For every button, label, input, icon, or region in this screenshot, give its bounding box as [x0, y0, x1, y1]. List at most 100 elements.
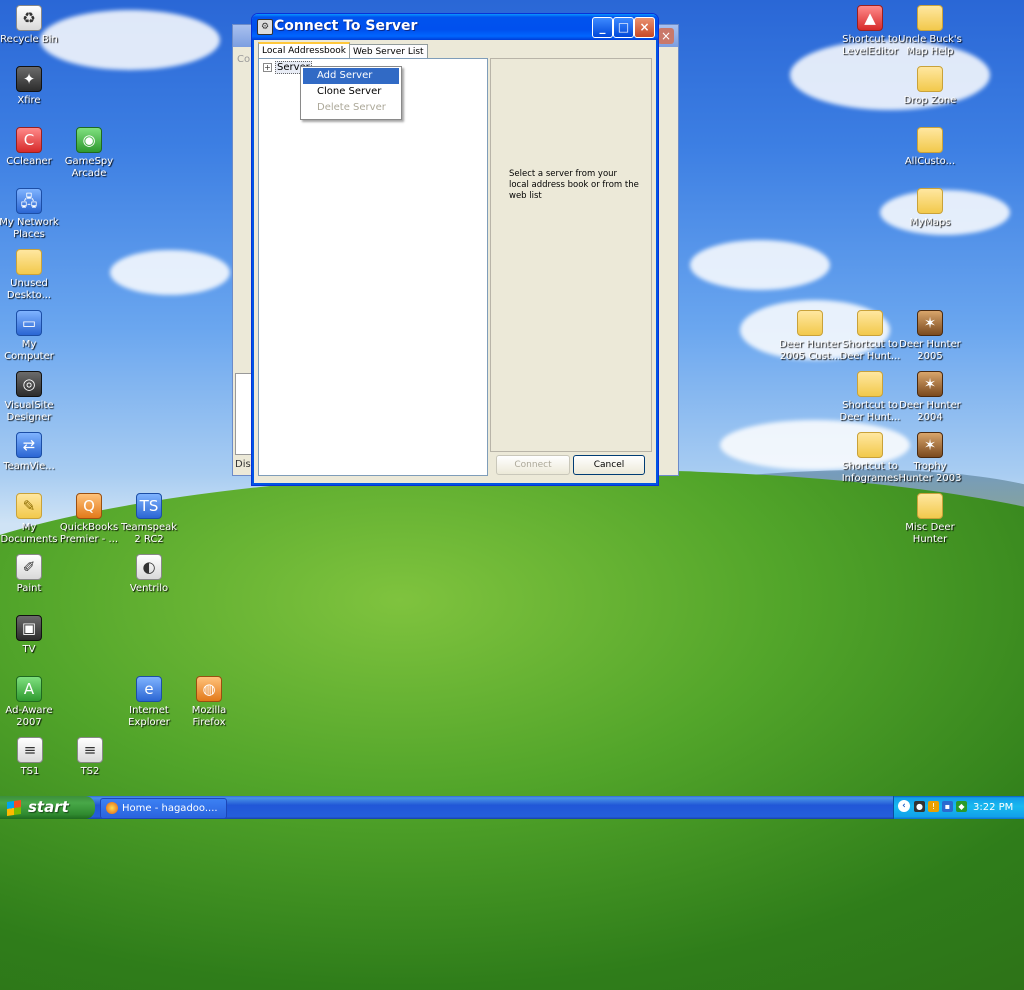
desktop-icon[interactable]: Shortcut to Deer Hunt... — [838, 310, 902, 363]
app-icon: ⚙ — [257, 19, 273, 35]
desktop-icon-label: Deer Hunter 2005 — [899, 339, 961, 362]
teamviewer-icon: ⇄ — [16, 432, 42, 458]
start-button[interactable]: start — [0, 796, 95, 819]
desktop-icon-label: Paint — [16, 583, 42, 594]
desktop-icon[interactable]: ▲ Shortcut to LevelEditor — [838, 5, 902, 58]
folder-icon — [917, 5, 943, 31]
visualsite-icon: ◎ — [16, 371, 42, 397]
gamespy-icon: ◉ — [76, 127, 102, 153]
desktop-icon[interactable]: MyMaps — [898, 188, 962, 229]
desktop-icon[interactable]: ▭ My Computer — [0, 310, 61, 363]
network-places-icon: 🖧 — [16, 188, 42, 214]
title-bar[interactable]: ⚙ Connect To Server _ □ × — [252, 14, 658, 40]
folder-icon — [917, 493, 943, 519]
my-documents-icon: ✎ — [16, 493, 42, 519]
desktop-icon-label: GameSpy Arcade — [64, 156, 114, 179]
desktop-icon[interactable]: Unused Deskto... — [0, 249, 61, 302]
desktop-icon[interactable]: Deer Hunter 2005 Cust... — [778, 310, 842, 363]
desktop-icon-label: Ventrilo — [129, 583, 169, 594]
folder-icon — [917, 188, 943, 214]
expand-icon[interactable]: + — [263, 63, 272, 72]
desktop-icon-label: My Network Places — [0, 217, 59, 240]
desktop-icon-label: Ad-Aware 2007 — [5, 705, 53, 728]
desktop-icon[interactable]: AllCusto... — [898, 127, 962, 168]
desktop-icon[interactable]: A Ad-Aware 2007 — [0, 676, 61, 729]
menu-item-delete-server[interactable]: Delete Server — [301, 100, 401, 116]
network-icon[interactable]: ▪ — [942, 801, 953, 812]
desktop-icon[interactable]: ≡ TS2 — [58, 737, 122, 778]
desktop-icon[interactable]: ◎ VisualSite Designer — [0, 371, 61, 424]
desktop-icon[interactable]: ◐ Ventrilo — [117, 554, 181, 595]
tab-web-server-list[interactable]: Web Server List — [348, 44, 428, 59]
desktop-icon[interactable]: TS Teamspeak 2 RC2 — [117, 493, 181, 546]
tray-status-icon[interactable]: ◆ — [956, 801, 967, 812]
desktop-icon[interactable]: ✐ Paint — [0, 554, 61, 595]
desktop-icon-label: QuickBooks Premier - ... — [59, 522, 119, 545]
desktop-icon[interactable]: ◍ Mozilla Firefox — [177, 676, 241, 729]
ad-aware-icon: A — [16, 676, 42, 702]
desktop-icon-label: My Documents — [0, 522, 58, 545]
connect-button[interactable]: Connect — [496, 455, 570, 475]
desktop-icon-label: Shortcut to Deer Hunt... — [839, 339, 901, 362]
ventrilo-icon: ◐ — [136, 554, 162, 580]
desktop-icon-label: AllCusto... — [904, 156, 956, 167]
minimize-button[interactable]: _ — [592, 17, 613, 38]
desktop-icon-label: Shortcut to LevelEditor — [842, 34, 898, 57]
desktop-icon[interactable]: ◉ GameSpy Arcade — [57, 127, 121, 180]
desktop-icon[interactable]: ≡ TS1 — [0, 737, 62, 778]
desktop-icon-label: Deer Hunter 2004 — [899, 400, 961, 423]
desktop-icon[interactable]: Uncle Buck's Map Help — [898, 5, 962, 58]
desktop-icon-label: Shortcut to Deer Hunt... — [839, 400, 901, 423]
xfire-icon: ✦ — [16, 66, 42, 92]
menu-item-add-server[interactable]: Add Server — [303, 68, 399, 84]
desktop-icon-label: Recycle Bin — [0, 34, 58, 45]
desktop-icon[interactable]: Misc Deer Hunter — [898, 493, 962, 546]
desktop-icon[interactable]: ✶ Deer Hunter 2005 — [898, 310, 962, 363]
maximize-button[interactable]: □ — [613, 17, 634, 38]
desktop-icon[interactable]: Drop Zone — [898, 66, 962, 107]
firefox-icon — [106, 802, 118, 814]
close-icon[interactable]: × — [658, 28, 674, 44]
clock: 3:22 PM — [973, 802, 1014, 813]
desktop-icon-label: Xfire — [17, 95, 41, 106]
ccleaner-icon: C — [16, 127, 42, 153]
desktop-icon-label: Teamspeak 2 RC2 — [120, 522, 178, 545]
security-shield-icon[interactable]: ! — [928, 801, 939, 812]
desktop-icon[interactable]: e Internet Explorer — [117, 676, 181, 729]
desktop-icon[interactable]: C CCleaner — [0, 127, 61, 168]
close-button[interactable]: × — [634, 17, 655, 38]
teamspeak-icon: TS — [136, 493, 162, 519]
context-menu: Add Server Clone Server Delete Server — [300, 66, 402, 120]
show-hidden-icons-icon[interactable]: ‹ — [898, 800, 910, 812]
desktop-icon-label: Internet Explorer — [128, 705, 170, 728]
desktop-icon-label: Shortcut to Infogrames — [841, 461, 899, 484]
desktop-icon[interactable]: Shortcut to Infogrames — [838, 432, 902, 485]
windows-logo-icon — [7, 800, 21, 816]
desktop-icon[interactable]: Shortcut to Deer Hunt... — [838, 371, 902, 424]
desktop-icon[interactable]: ♻ Recycle Bin — [0, 5, 61, 46]
desktop-icon[interactable]: ✦ Xfire — [0, 66, 61, 107]
desktop-icon-label: MyMaps — [909, 217, 951, 228]
ts2-file-icon: ≡ — [77, 737, 103, 763]
deer-hunter-2005-icon: ✶ — [917, 310, 943, 336]
menu-item-clone-server[interactable]: Clone Server — [301, 84, 401, 100]
folder-icon — [917, 127, 943, 153]
desktop-icon[interactable]: 🖧 My Network Places — [0, 188, 61, 241]
system-tray: ‹ ● ! ▪ ◆ 3:22 PM — [893, 796, 1024, 819]
desktop-icon[interactable]: ✶ Trophy Hunter 2003 — [898, 432, 962, 485]
desktop-icon[interactable]: Q QuickBooks Premier - ... — [57, 493, 121, 546]
desktop-icon-label: VisualSite Designer — [4, 400, 54, 423]
desktop-icon[interactable]: ⇄ TeamVie... — [0, 432, 61, 473]
background-window-text: Co — [237, 54, 251, 65]
taskbar-item-firefox[interactable]: Home - hagadoo.... — [100, 798, 227, 819]
desktop-icon[interactable]: ✶ Deer Hunter 2004 — [898, 371, 962, 424]
desktop-icon[interactable]: ▣ TV — [0, 615, 61, 656]
folder-icon — [917, 66, 943, 92]
desktop-icon[interactable]: ✎ My Documents — [0, 493, 61, 546]
tray-app-icon[interactable]: ● — [914, 801, 925, 812]
desktop-icon-label: TS2 — [80, 766, 100, 777]
server-tree[interactable]: + Server — [258, 58, 488, 476]
cancel-button[interactable]: Cancel — [573, 455, 645, 475]
recycle-bin-icon: ♻ — [16, 5, 42, 31]
folder-shortcut-icon — [857, 432, 883, 458]
